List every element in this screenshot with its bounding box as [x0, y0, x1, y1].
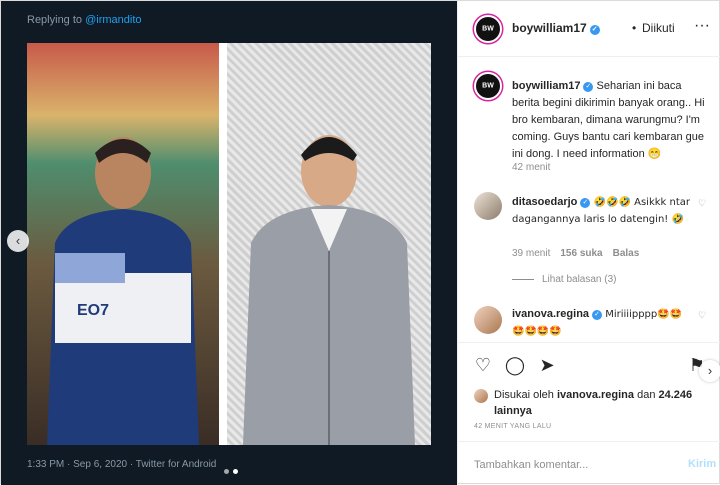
post-time-ago[interactable]: 42 MENIT YANG LALU: [474, 423, 551, 430]
author-avatar[interactable]: BW: [474, 15, 502, 43]
post-header: BW boywilliam17 ✓ • Diikuti ···: [458, 1, 720, 57]
verified-icon: ✓: [592, 310, 603, 320]
view-replies-line: [512, 279, 534, 280]
verified-icon: ✓: [580, 198, 591, 208]
carousel-dot-active: [233, 469, 238, 474]
tweet-replying-to: Replying to @irmandito: [27, 14, 142, 26]
next-post-button[interactable]: ›: [699, 360, 720, 382]
comment-input[interactable]: [474, 456, 664, 474]
photo-left-man: EO7: [27, 43, 219, 445]
svg-text:EO7: EO7: [77, 302, 109, 319]
comment-item: ivanova.regina ✓ Miriiiipppp🤩🤩🤩🤩🤩🤩: [512, 306, 692, 340]
comment-username[interactable]: ivanova.regina: [512, 308, 589, 320]
photo-divider: [219, 43, 227, 445]
post-media[interactable]: Replying to @irmandito EO7 1:33 PM · Sep…: [1, 1, 457, 485]
caption-text: Seharian ini baca berita begini dikirimi…: [512, 80, 705, 160]
comment-meta: 39 menit 156 suka Balas: [512, 248, 639, 259]
carousel-prev-button[interactable]: ‹: [7, 230, 29, 252]
carousel-dot: [224, 469, 229, 474]
instagram-post: Replying to @irmandito EO7 1:33 PM · Sep…: [0, 0, 720, 485]
carousel-dots: [224, 469, 238, 474]
follow-status-button[interactable]: Diikuti: [642, 21, 675, 35]
post-actions: ♡ ◯ ➤ ⚑: [458, 342, 720, 382]
comment-time: 39 menit: [512, 248, 551, 259]
tweet-mention: @irmandito: [85, 14, 142, 26]
comment-avatar[interactable]: [474, 192, 502, 220]
share-icon[interactable]: ➤: [536, 355, 558, 377]
like-icon[interactable]: ♡: [472, 355, 494, 377]
comment-reply-button[interactable]: Balas: [613, 248, 640, 259]
comment-likes[interactable]: 156 suka: [560, 248, 602, 259]
liked-by-user[interactable]: ivanova.regina: [557, 389, 634, 401]
liked-by-avatar[interactable]: [474, 389, 488, 403]
comment-like-icon[interactable]: ♡: [698, 310, 706, 321]
liked-by: Disukai oleh ivanova.regina dan 24.246 l…: [494, 389, 693, 417]
header-separator: •: [632, 21, 637, 35]
author-username[interactable]: boywilliam17 ✓: [512, 21, 600, 35]
comment-icon[interactable]: ◯: [504, 355, 526, 377]
comments-list[interactable]: BW boywilliam17 ✓ Seharian ini baca berit…: [458, 58, 720, 341]
comment-avatar[interactable]: [474, 306, 502, 334]
caption-username[interactable]: boywilliam17: [512, 80, 580, 92]
post-comment-button[interactable]: Kirim: [688, 458, 716, 470]
comment-username[interactable]: ditasoedarjo: [512, 196, 577, 208]
post-sidebar: BW boywilliam17 ✓ • Diikuti ··· BW boywil…: [457, 1, 720, 485]
add-comment-bar: Kirim: [458, 441, 720, 485]
more-options-icon[interactable]: ···: [694, 17, 710, 35]
photo-right-man: [227, 43, 431, 445]
view-replies-button[interactable]: Lihat balasan (3): [512, 274, 617, 285]
person-right-figure: [243, 135, 415, 445]
person-left-figure: EO7: [47, 137, 199, 445]
tweet-photo: EO7: [27, 43, 431, 445]
post-caption: boywilliam17 ✓ Seharian ini baca berita b…: [512, 78, 712, 163]
caption-avatar[interactable]: BW: [474, 72, 502, 100]
comment-like-icon[interactable]: ♡: [698, 198, 706, 209]
tweet-meta: 1:33 PM · Sep 6, 2020 · Twitter for Andr…: [27, 459, 217, 470]
comment-item: ditasoedarjo ✓ 🤣🤣🤣 Asikkk ntar daganganny…: [512, 194, 692, 228]
caption-time: 42 menit: [512, 162, 551, 173]
verified-icon: ✓: [583, 82, 594, 92]
verified-icon: ✓: [589, 25, 600, 35]
